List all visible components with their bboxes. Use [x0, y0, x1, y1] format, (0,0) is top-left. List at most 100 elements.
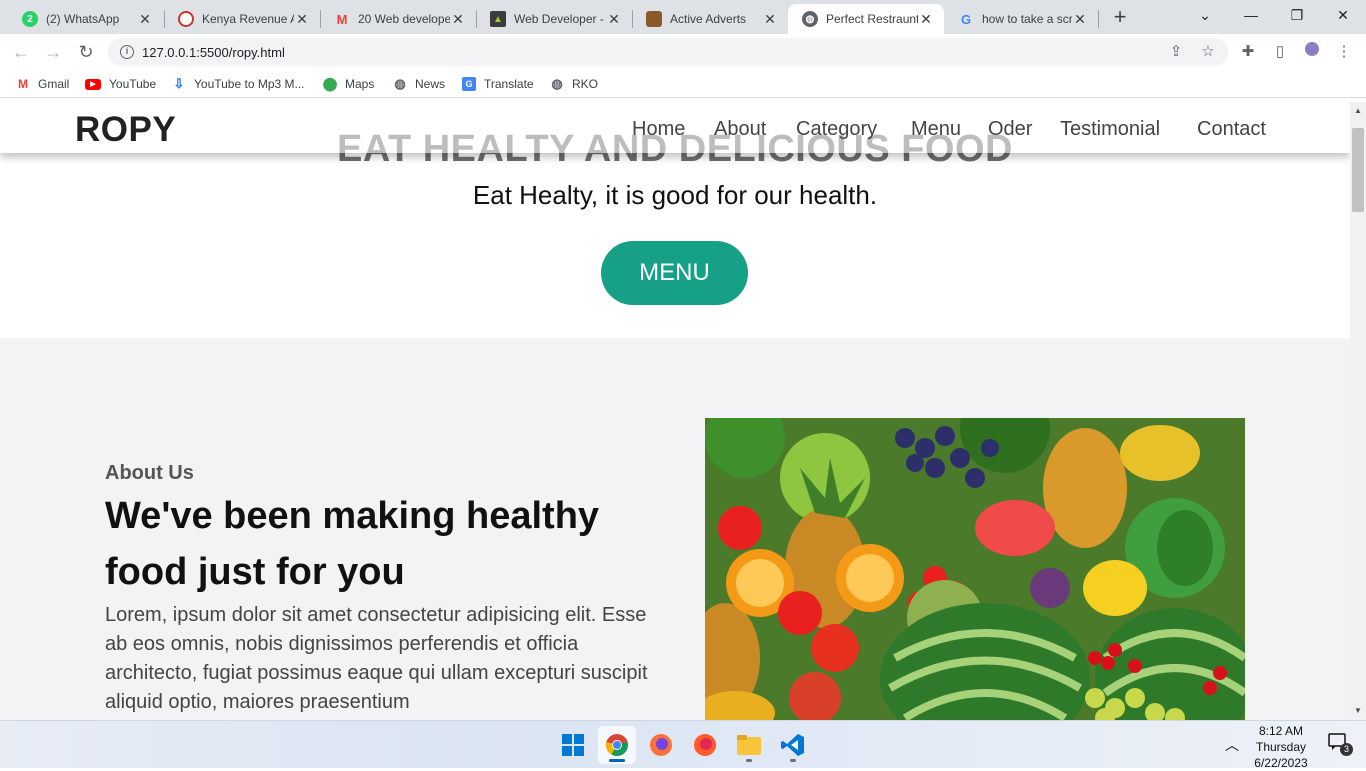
bookmarks-bar: M Gmail ▶ YouTube ⇩ YouTube to Mp3 M... …: [0, 70, 1366, 98]
avatar: [1305, 42, 1319, 56]
bookmark-maps[interactable]: ⬤ Maps: [323, 76, 375, 92]
new-tab-button[interactable]: +: [1108, 6, 1132, 30]
tab-whatsapp[interactable]: 2 (2) WhatsApp ✕: [8, 4, 163, 34]
nav-order[interactable]: Oder: [988, 118, 1032, 141]
about-section: About Us We've been making healthy food …: [0, 338, 1350, 720]
info-icon[interactable]: i: [120, 45, 134, 59]
running-indicator: [790, 759, 796, 762]
profile-avatar[interactable]: [1302, 42, 1322, 62]
bookmark-gmail[interactable]: M Gmail: [16, 76, 69, 92]
taskbar-firefox-2[interactable]: [686, 726, 724, 764]
bookmark-label: YouTube: [109, 77, 157, 91]
clock-day: Thursday: [1255, 740, 1307, 754]
tab-gmail[interactable]: M 20 Web develope ✕: [320, 4, 476, 34]
browser-toolbar: ← → ↻ i 127.0.0.1:5500/ropy.html ⇪ ☆ ✚ ▯…: [0, 34, 1366, 70]
close-window-button[interactable]: ✕: [1320, 0, 1366, 30]
gmail-icon: M: [336, 11, 348, 27]
tab-title: how to take a scr: [982, 12, 1072, 26]
bookmark-label: News: [415, 77, 446, 91]
reload-button[interactable]: ↻: [74, 40, 98, 64]
windows-taskbar: ︿ 8:12 AM Thursday 6/22/2023 3: [0, 720, 1366, 771]
chevron-up-icon[interactable]: ︿: [1222, 735, 1242, 755]
taskbar-chrome[interactable]: [598, 726, 636, 764]
about-kicker: About Us: [105, 462, 194, 484]
arrow-left-icon: ←: [12, 42, 30, 62]
kenya-emblem-icon: [646, 11, 662, 27]
about-text: Lorem, ipsum dolor sit amet consectetur …: [105, 604, 648, 713]
taskbar-vscode[interactable]: [774, 726, 812, 764]
google-icon: G: [960, 11, 972, 27]
system-clock[interactable]: 8:12 AM Thursday 6/22/2023: [1240, 723, 1322, 771]
close-icon[interactable]: ✕: [294, 11, 310, 27]
tab-title: Web Developer -: [514, 12, 604, 26]
clock-time: 8:12 AM: [1258, 724, 1304, 738]
tab-perfect-restraunt[interactable]: ◍ Perfect Restraunt ✕: [788, 4, 944, 34]
scroll-down-icon[interactable]: ▼: [1350, 703, 1366, 719]
notification-badge: 3: [1340, 743, 1353, 756]
bookmark-label: Translate: [484, 77, 534, 91]
bookmark-translate[interactable]: G Translate: [462, 76, 534, 92]
nav-category[interactable]: Category: [796, 118, 877, 141]
close-icon[interactable]: ✕: [137, 11, 153, 27]
close-icon[interactable]: ✕: [762, 11, 778, 27]
download-icon: ⇩: [173, 76, 185, 91]
tab-kra[interactable]: Kenya Revenue A ✕: [164, 4, 320, 34]
back-button[interactable]: ←: [9, 40, 33, 64]
tab-search-button[interactable]: ⌄: [1182, 0, 1228, 30]
hero-subheading: Eat Healty, it is good for our health.: [472, 180, 878, 210]
gmail-icon: M: [18, 77, 28, 91]
bookmark-youtube-mp3[interactable]: ⇩ YouTube to Mp3 M...: [172, 76, 305, 92]
forward-button[interactable]: →: [41, 40, 65, 64]
tab-web-developer[interactable]: ▲ Web Developer - ✕: [476, 4, 632, 34]
minimize-button[interactable]: —: [1228, 0, 1274, 30]
scrollbar-thumb[interactable]: [1352, 128, 1364, 212]
tab-title: 20 Web develope: [358, 12, 450, 26]
page-viewport: EAT HEALTY AND DELICIOUS FOOD Eat Healty…: [0, 102, 1350, 720]
nav-testimonial[interactable]: Testimonial: [1060, 118, 1160, 141]
bookmark-news[interactable]: ◍ News: [393, 76, 445, 92]
restore-button[interactable]: ❐: [1274, 0, 1320, 30]
youtube-icon: ▶: [85, 78, 101, 90]
taskbar-firefox[interactable]: [642, 726, 680, 764]
bookmark-label: RKO: [572, 77, 599, 91]
vscode-icon: [781, 734, 804, 756]
address-bar[interactable]: i 127.0.0.1:5500/ropy.html ⇪ ☆: [108, 38, 1228, 66]
nav-about[interactable]: About: [714, 118, 766, 141]
tab-google-search[interactable]: G how to take a scr ✕: [944, 4, 1098, 34]
extensions-icon[interactable]: ✚: [1238, 42, 1258, 62]
bookmark-rko[interactable]: ◍ RKO: [550, 76, 598, 92]
android-icon: ▲: [490, 11, 506, 27]
close-icon[interactable]: ✕: [450, 11, 466, 27]
side-panel-icon[interactable]: ▯: [1270, 42, 1290, 62]
taskbar-file-explorer[interactable]: [730, 726, 768, 764]
scroll-up-icon[interactable]: ▲: [1350, 103, 1366, 119]
share-icon[interactable]: ⇪: [1166, 42, 1186, 62]
minimize-icon: —: [1244, 7, 1258, 23]
whatsapp-icon: 2: [22, 11, 38, 27]
fruits-vegetables-image: [705, 418, 1245, 720]
active-indicator: [609, 759, 625, 762]
nav-home[interactable]: Home: [632, 118, 685, 141]
bookmark-star-icon[interactable]: ☆: [1198, 42, 1218, 62]
bookmark-youtube[interactable]: ▶ YouTube: [85, 76, 156, 92]
nav-contact[interactable]: Contact: [1197, 118, 1266, 141]
tab-active-adverts[interactable]: Active Adverts ✕: [632, 4, 788, 34]
menu-button[interactable]: MENU: [601, 241, 748, 305]
close-icon[interactable]: ✕: [606, 11, 622, 27]
notification-center-button[interactable]: 3: [1328, 733, 1353, 757]
tab-strip: 2 (2) WhatsApp ✕ Kenya Revenue A ✕ M 20 …: [0, 0, 1366, 34]
site-logo[interactable]: ROPY: [75, 110, 176, 150]
url-text[interactable]: 127.0.0.1:5500/ropy.html: [142, 45, 285, 60]
translate-icon: G: [462, 77, 476, 91]
bookmark-label: YouTube to Mp3 M...: [194, 77, 305, 91]
close-icon[interactable]: ✕: [918, 11, 934, 27]
bookmark-label: Maps: [345, 77, 375, 91]
close-icon: ✕: [1337, 6, 1349, 23]
nav-menu[interactable]: Menu: [911, 118, 961, 141]
close-icon[interactable]: ✕: [1072, 11, 1088, 27]
site-header: ROPY Home About Category Menu Oder Testi…: [0, 102, 1350, 153]
globe-icon: ◍: [551, 76, 563, 91]
menu-kebab-icon[interactable]: ⋮: [1334, 42, 1354, 62]
firefox-icon: [694, 734, 716, 756]
windows-start-button[interactable]: [554, 726, 592, 764]
